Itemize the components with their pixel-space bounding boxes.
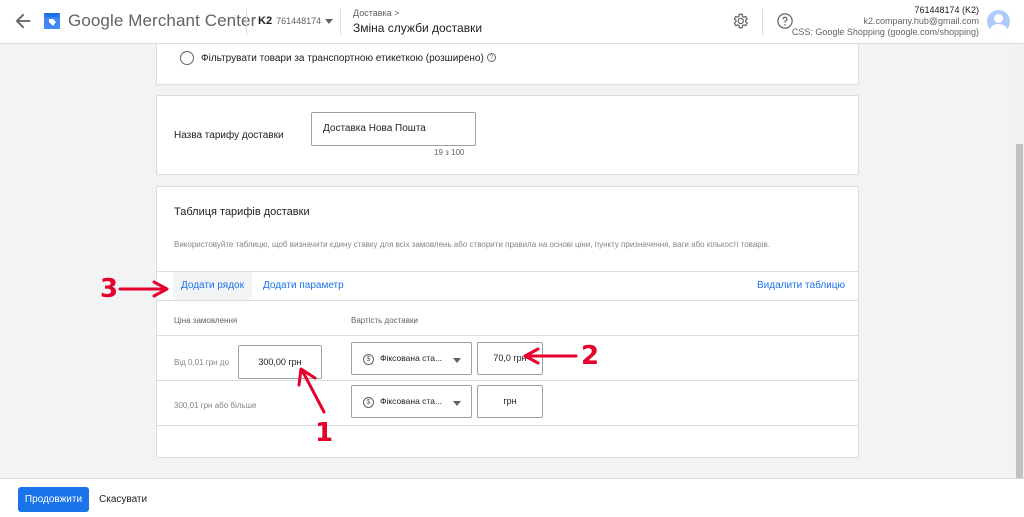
header-divider xyxy=(340,9,341,35)
bottom-action-bar: Продовжити Скасувати xyxy=(0,478,1024,517)
row-condition: Від 0,01 грн до xyxy=(174,358,229,367)
merchant-logo-icon xyxy=(42,10,62,32)
cancel-button[interactable]: Скасувати xyxy=(99,487,147,512)
rate-type-select[interactable]: $ Фіксована ста... xyxy=(351,385,472,418)
table-row: 300,01 грн або більше $ Фіксована ста...… xyxy=(157,381,858,426)
rate-type-value: Фіксована ста... xyxy=(380,353,443,363)
rate-name-card: Назва тарифу доставки Доставка Нова Пошт… xyxy=(156,95,859,175)
filter-label: Фільтрувати товари за транспортною етике… xyxy=(201,53,496,64)
col-shipping-cost: Вартість доставки xyxy=(351,316,418,325)
chevron-down-icon xyxy=(453,401,461,406)
rate-table-header: Ціна замовлення Вартість доставки xyxy=(157,301,858,336)
chevron-down-icon xyxy=(453,358,461,363)
breadcrumb[interactable]: Доставка > xyxy=(353,8,399,18)
delete-table-button[interactable]: Видалити таблицю xyxy=(749,272,853,300)
avatar-body xyxy=(990,24,1007,33)
col-order-price: Ціна замовлення xyxy=(174,316,238,325)
annotation-number-2: 2 xyxy=(581,341,600,371)
rate-type-value: Фіксована ста... xyxy=(380,396,443,406)
add-row-button[interactable]: Додати рядок xyxy=(173,272,252,300)
filter-radio[interactable] xyxy=(180,51,194,65)
rate-name-label: Назва тарифу доставки xyxy=(174,130,284,141)
header-divider xyxy=(762,9,763,35)
annotation-number-3: 3 xyxy=(100,274,119,304)
rate-table-card: Таблиця тарифів доставки Використовуйте … xyxy=(156,186,859,458)
account-id: 761448174 xyxy=(276,16,322,26)
filter-card: Фільтрувати товари за транспортною етике… xyxy=(156,44,859,85)
rate-table-toolbar: Додати рядок Додати параметр Видалити та… xyxy=(157,271,858,301)
rate-type-select[interactable]: $ Фіксована ста... xyxy=(351,342,472,375)
filter-label-text: Фільтрувати товари за транспортною етике… xyxy=(201,53,484,64)
brand-title: Google Merchant Center xyxy=(68,11,257,30)
currency-icon: $ xyxy=(363,354,374,365)
row-condition: 300,01 грн або більше xyxy=(174,401,257,410)
arrow-left-icon[interactable] xyxy=(12,10,34,32)
account-switcher[interactable]: K2 761448174 xyxy=(258,15,334,27)
gear-icon[interactable] xyxy=(731,12,749,30)
continue-button[interactable]: Продовжити xyxy=(18,487,89,512)
rate-table-description: Використовуйте таблицю, щоб визначити єд… xyxy=(174,240,770,249)
cost-input[interactable]: грн xyxy=(477,385,543,418)
rate-table-title: Таблиця тарифів доставки xyxy=(174,206,310,218)
chevron-down-icon xyxy=(325,18,334,24)
user-account-id: 761448174 (K2) xyxy=(914,5,979,15)
currency-icon: $ xyxy=(363,397,374,408)
top-app-bar: Google Merchant Center K2 761448174 Доста… xyxy=(0,0,1024,44)
user-email: k2.company.hub@gmail.com xyxy=(863,16,979,26)
avatar-head xyxy=(994,14,1003,23)
header-divider xyxy=(246,9,247,35)
avatar-icon[interactable] xyxy=(987,10,1010,33)
page-title: Зміна служби доставки xyxy=(353,21,483,35)
annotation-number-1: 1 xyxy=(315,418,334,448)
cost-input[interactable]: 70,0 грн xyxy=(477,342,543,375)
account-name: K2 xyxy=(258,15,273,27)
table-row: Від 0,01 грн до 300,00 грн $ Фіксована с… xyxy=(157,336,858,381)
rate-name-counter: 19 з 100 xyxy=(434,148,465,157)
price-input[interactable]: 300,00 грн xyxy=(238,345,322,379)
add-parameter-button[interactable]: Додати параметр xyxy=(255,272,352,300)
help-circle-icon[interactable]: ? xyxy=(486,53,496,62)
user-info: 761448174 (K2) k2.company.hub@gmail.com … xyxy=(792,5,979,38)
scrollbar-thumb[interactable] xyxy=(1016,144,1023,478)
user-css: CSS: Google Shopping (google.com/shoppin… xyxy=(791,27,979,37)
rate-name-input[interactable]: Доставка Нова Пошта xyxy=(311,112,476,146)
